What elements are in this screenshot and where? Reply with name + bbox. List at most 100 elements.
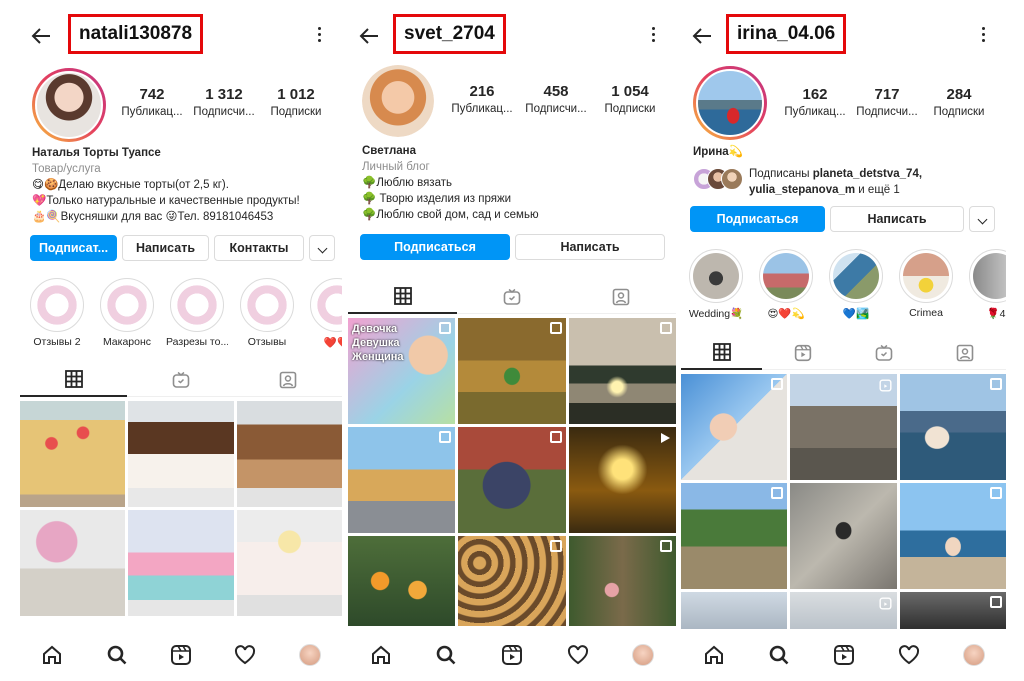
highlight[interactable]: 😍❤️💫 <box>755 249 817 320</box>
post-thumbnail[interactable] <box>899 483 1006 589</box>
highlight[interactable]: 🌹4 <box>965 249 1006 320</box>
search-icon[interactable] <box>767 643 791 667</box>
igtv-icon <box>172 371 189 388</box>
message-button[interactable]: Написать <box>830 206 964 232</box>
post-thumbnail[interactable] <box>458 536 566 626</box>
post-thumbnail[interactable] <box>681 592 788 632</box>
followed-by[interactable]: Подписаны planeta_detstva_74, yulia_step… <box>749 166 999 198</box>
posts-stat[interactable]: 742 Публикац... <box>116 86 188 120</box>
more-vertical-icon[interactable] <box>310 25 328 47</box>
followers-stat[interactable]: 717 Подписчи... <box>851 86 923 120</box>
category: Товар/услуга <box>32 163 101 175</box>
post-thumbnail[interactable] <box>790 483 897 589</box>
highlight[interactable]: Wedding💐 <box>685 249 747 320</box>
tab-tagged[interactable] <box>924 336 1006 370</box>
tab-igtv[interactable] <box>127 363 234 397</box>
reels-icon[interactable] <box>169 643 193 667</box>
more-vertical-icon[interactable] <box>644 25 662 47</box>
tab-posts[interactable] <box>20 363 127 397</box>
post-thumbnail[interactable] <box>128 510 234 616</box>
tab-igtv[interactable] <box>457 280 566 314</box>
more-vertical-icon[interactable] <box>974 25 992 47</box>
highlight[interactable]: Отзывы <box>236 278 298 348</box>
highlight[interactable]: Разрезы то... <box>166 278 228 348</box>
heart-icon[interactable] <box>233 643 257 667</box>
suggestions-button[interactable] <box>309 235 335 261</box>
suggestions-button[interactable] <box>969 206 995 232</box>
post-thumbnail[interactable] <box>681 374 788 480</box>
back-arrow-icon[interactable] <box>358 24 382 48</box>
post-thumbnail[interactable] <box>348 536 456 626</box>
reels-icon[interactable] <box>500 643 524 667</box>
message-button[interactable]: Написать <box>515 234 665 260</box>
bio-line: 💖Только натуральные и качественные проду… <box>32 195 300 207</box>
highlight[interactable]: Отзывы 2 <box>26 278 88 348</box>
highlight[interactable]: Crimea <box>895 249 957 319</box>
tab-tagged[interactable] <box>566 280 676 314</box>
home-icon[interactable] <box>40 643 64 667</box>
multi-photo-icon <box>439 322 452 334</box>
back-arrow-icon[interactable] <box>30 24 54 48</box>
tab-igtv[interactable] <box>843 336 924 370</box>
following-stat[interactable]: 1 012 Подписки <box>260 86 332 120</box>
username: natali130878 <box>68 14 204 54</box>
follow-button[interactable]: Подписаться <box>690 206 825 232</box>
profile-nav-avatar[interactable] <box>962 643 986 667</box>
profile-nav-avatar[interactable] <box>631 643 655 667</box>
post-thumbnail[interactable] <box>236 510 342 616</box>
search-icon[interactable] <box>105 643 129 667</box>
profile-nav-avatar[interactable] <box>298 643 322 667</box>
posts-stat[interactable]: 162 Публикац... <box>779 86 851 120</box>
post-thumbnail[interactable] <box>790 374 897 480</box>
reels-icon[interactable] <box>832 643 856 667</box>
post-thumbnail[interactable] <box>348 427 456 533</box>
tab-posts[interactable] <box>681 336 762 370</box>
follow-button[interactable]: Подписат... <box>30 235 117 261</box>
highlight[interactable]: Макаронс <box>96 278 158 348</box>
follow-button[interactable]: Подписаться <box>360 234 510 260</box>
post-thumbnail[interactable] <box>681 483 788 589</box>
following-stat[interactable]: 1 054 Подписки <box>594 83 666 117</box>
bio: Светлана Личный блог 🌳Люблю вязать 🌳 Тво… <box>362 143 667 223</box>
post-thumbnail[interactable] <box>568 427 676 533</box>
post-thumbnail[interactable] <box>899 592 1006 632</box>
post-thumbnail[interactable] <box>128 401 234 507</box>
tab-tagged[interactable] <box>234 363 342 397</box>
followers-stat[interactable]: 1 312 Подписчи... <box>188 86 260 120</box>
post-thumbnail[interactable] <box>790 592 897 632</box>
top-bar: irina_04.06 <box>681 14 1006 60</box>
post-thumbnail[interactable] <box>20 401 126 507</box>
post-thumbnail[interactable] <box>458 318 566 424</box>
grid-icon <box>712 343 731 361</box>
highlight[interactable]: ❤️❤️ <box>306 278 342 349</box>
post-thumbnail[interactable]: Девочка Девушка Женщина <box>348 318 456 424</box>
highlight[interactable]: 💙🏞️ <box>825 249 887 320</box>
post-thumbnail[interactable] <box>568 536 676 626</box>
back-arrow-icon[interactable] <box>691 24 715 48</box>
tab-posts[interactable] <box>348 280 457 314</box>
multi-photo-icon <box>990 378 1002 390</box>
tab-reels[interactable] <box>762 336 843 370</box>
post-thumbnail[interactable] <box>20 510 126 616</box>
heart-icon[interactable] <box>566 643 590 667</box>
heart-icon[interactable] <box>897 643 921 667</box>
message-button[interactable]: Написать <box>122 235 209 261</box>
multi-photo-icon <box>660 322 672 334</box>
contacts-button[interactable]: Контакты <box>214 235 304 261</box>
post-thumbnail[interactable] <box>899 374 1006 480</box>
multi-photo-icon <box>990 487 1002 499</box>
avatar[interactable] <box>32 68 106 142</box>
avatar[interactable] <box>362 65 434 137</box>
post-thumbnail[interactable] <box>458 427 566 533</box>
post-thumbnail[interactable] <box>568 318 676 424</box>
home-icon[interactable] <box>369 643 393 667</box>
post-thumbnail[interactable] <box>236 401 342 507</box>
followers-stat[interactable]: 458 Подписчи... <box>520 83 592 117</box>
avatar[interactable] <box>693 66 767 140</box>
home-icon[interactable] <box>702 643 726 667</box>
search-icon[interactable] <box>434 643 458 667</box>
posts-stat[interactable]: 216 Публикац... <box>446 83 518 117</box>
username: svet_2704 <box>393 14 506 54</box>
following-stat[interactable]: 284 Подписки <box>923 86 995 120</box>
multi-photo-icon <box>549 431 562 443</box>
